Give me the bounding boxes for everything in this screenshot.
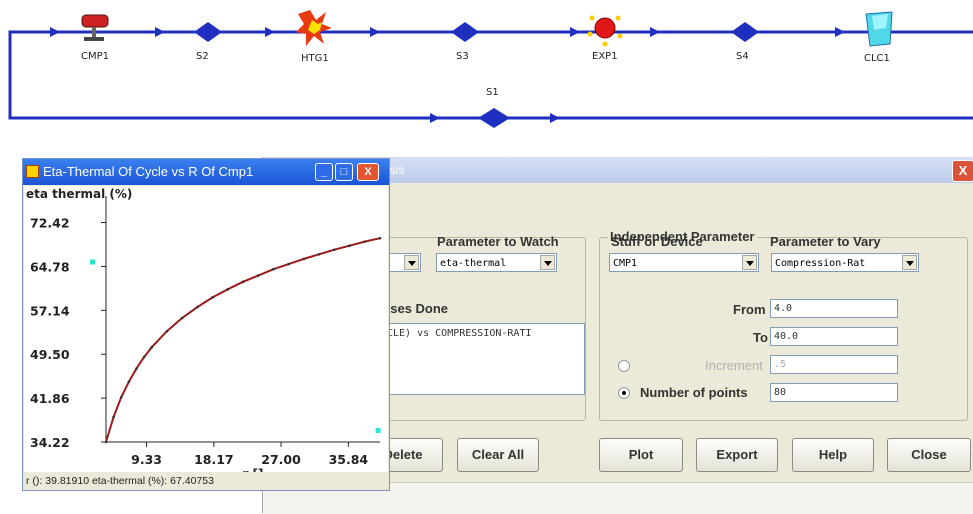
node-label-s4: S4 [736, 51, 749, 62]
y-tick-label: 34.22 [30, 435, 70, 450]
dialog-close-icon[interactable]: X [952, 160, 973, 182]
data-point [112, 415, 115, 419]
data-point [211, 296, 214, 299]
data-point [150, 346, 153, 349]
increment-label: Increment [705, 358, 763, 373]
x-tick-label: 9.33 [131, 452, 162, 467]
cooler-icon[interactable] [865, 11, 893, 47]
x-tick-label: 35.84 [329, 452, 369, 467]
stuff-or-device-label: Stuff or Device [611, 234, 703, 249]
data-point [317, 252, 321, 256]
maximize-icon[interactable]: □ [335, 163, 353, 181]
to-label: To [753, 330, 768, 345]
node-label-s3: S3 [456, 51, 469, 62]
node-label-s1: S1 [486, 87, 499, 98]
increment-radio[interactable] [618, 360, 630, 372]
chevron-down-icon[interactable] [902, 255, 917, 270]
y-tick-label: 57.14 [30, 303, 70, 318]
data-point [241, 280, 245, 284]
x-tick-label: 27.00 [261, 452, 301, 467]
from-input[interactable]: 4.0 [770, 299, 898, 318]
parameter-to-vary-value: Compression-Rat [775, 258, 866, 269]
chevron-down-icon[interactable] [540, 255, 555, 270]
node-label-exp1: EXP1 [592, 51, 618, 62]
number-of-points-label: Number of points [640, 385, 748, 400]
parameter-to-watch-select[interactable]: eta-thermal [436, 253, 557, 272]
stuff-or-device-value: CMP1 [613, 258, 638, 269]
stuff-or-device-select[interactable]: CMP1 [609, 253, 759, 272]
flow-diagram [8, 10, 973, 128]
data-point [363, 240, 367, 243]
node-label-clc1: CLC1 [864, 53, 890, 64]
data-point [127, 380, 131, 384]
analyses-done-list[interactable]: CLE) vs COMPRESSION-RATI [383, 323, 585, 395]
cursor-marker-y [90, 259, 95, 265]
plot-window: Eta-Thermal Of Cycle vs R Of Cmp1 _ □ X … [22, 158, 390, 491]
stream-node-icon[interactable] [451, 22, 479, 42]
data-point [119, 396, 123, 399]
app-icon [26, 165, 39, 178]
data-point [180, 316, 184, 320]
data-point [256, 274, 260, 277]
from-label: From [733, 302, 766, 317]
number-of-points-radio[interactable] [618, 387, 630, 399]
series-line [105, 237, 381, 443]
chevron-down-icon[interactable] [742, 255, 757, 270]
analyses-done-label: yses Done [383, 301, 449, 316]
stream-node-icon[interactable] [194, 22, 222, 42]
close-button[interactable]: Close [887, 438, 971, 472]
parameter-to-watch-value: eta-thermal [440, 258, 507, 269]
node-label-s2: S2 [196, 51, 209, 62]
x-tick-label: 18.17 [194, 452, 234, 467]
data-point [142, 355, 146, 359]
plot-area[interactable]: eta thermal (%) 72.42 64.78 57.14 49.50 41.86… [24, 186, 388, 481]
node-label-htg1: HTG1 [301, 53, 329, 64]
compressor-icon[interactable] [81, 14, 109, 41]
data-point [135, 367, 138, 370]
y-tick-label: 64.78 [30, 259, 70, 274]
number-of-points-input[interactable]: 80 [770, 383, 898, 402]
parameter-to-vary-select[interactable]: Compression-Rat [771, 253, 919, 272]
data-point [226, 288, 230, 291]
plot-window-title: Eta-Thermal Of Cycle vs R Of Cmp1 [43, 164, 254, 179]
y-axis-label: eta thermal (%) [26, 187, 132, 201]
status-bar: r (): 39.81910 eta-thermal (%): 67.40753 [26, 475, 214, 487]
plot-window-titlebar[interactable]: Eta-Thermal Of Cycle vs R Of Cmp1 _ □ X [23, 159, 389, 185]
y-tick-label: 49.50 [30, 347, 70, 362]
minimize-icon[interactable]: _ [315, 163, 333, 181]
export-button[interactable]: Export [696, 438, 778, 472]
data-point [104, 440, 108, 444]
data-point [287, 262, 290, 266]
data-point [165, 329, 169, 333]
data-point [302, 257, 306, 261]
chevron-down-icon[interactable] [404, 255, 419, 270]
to-input[interactable]: 40.0 [770, 327, 898, 346]
eta-thermal-chart[interactable]: eta thermal (%) 72.42 64.78 57.14 49.50 41.86… [24, 186, 388, 481]
clear-all-button[interactable]: Clear All [457, 438, 539, 472]
data-point [333, 248, 336, 251]
heater-icon[interactable] [296, 10, 332, 46]
y-tick-label: 41.86 [30, 391, 70, 406]
node-label-cmp1: CMP1 [81, 51, 110, 62]
increment-input[interactable]: .5 [770, 355, 898, 374]
data-point [272, 267, 275, 271]
cursor-marker-x [375, 428, 381, 433]
help-button[interactable]: Help [792, 438, 874, 472]
data-point [348, 244, 351, 247]
parameter-to-watch-label: Parameter to Watch [437, 234, 559, 249]
stream-node-icon[interactable] [478, 108, 510, 128]
data-point [378, 236, 382, 240]
analyses-list-item[interactable]: CLE) vs COMPRESSION-RATI [387, 328, 532, 339]
parameter-to-vary-label: Parameter to Vary [770, 234, 881, 249]
plot-button[interactable]: Plot [599, 438, 683, 472]
close-icon[interactable]: X [357, 163, 379, 181]
y-tick-label: 72.42 [30, 216, 70, 231]
data-point [196, 305, 199, 309]
stream-node-icon[interactable] [731, 22, 759, 42]
